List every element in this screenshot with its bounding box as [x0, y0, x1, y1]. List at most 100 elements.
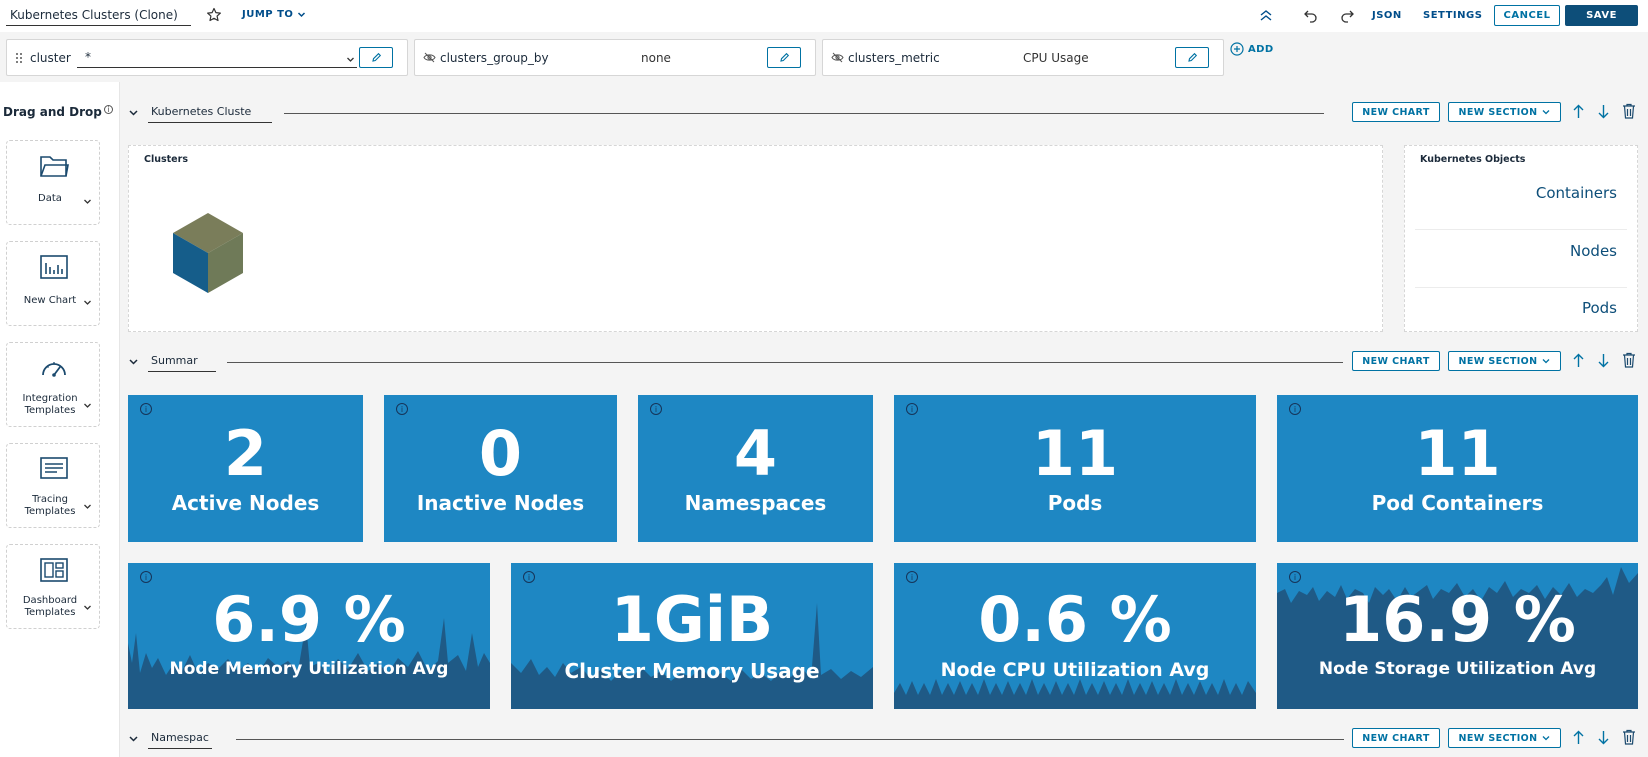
section-name-input[interactable]: Kubernetes Cluste [148, 103, 272, 123]
info-icon[interactable]: i [140, 571, 152, 583]
variable-clusters-metric[interactable]: clusters_metric CPU Usage [822, 39, 1224, 76]
arrow-up-icon[interactable] [1572, 730, 1585, 745]
nodes-link[interactable]: Nodes [1570, 242, 1617, 260]
chevron-down-icon [298, 12, 306, 18]
trash-icon[interactable] [1622, 352, 1636, 368]
star-icon[interactable] [206, 7, 222, 23]
arrow-down-icon[interactable] [1597, 353, 1610, 368]
namespaces-tile[interactable]: i 4 Namespaces [638, 395, 873, 542]
info-icon[interactable]: i [1289, 403, 1301, 415]
chevron-down-icon[interactable] [128, 733, 139, 744]
pencil-icon [371, 52, 381, 62]
arrow-down-icon[interactable] [1597, 104, 1610, 119]
stat-label: Node Memory Utilization Avg [169, 659, 449, 679]
new-section-button[interactable]: NEW SECTION [1448, 351, 1561, 371]
info-icon[interactable]: i [140, 403, 152, 415]
undo-icon[interactable] [1303, 7, 1319, 23]
new-chart-button[interactable]: NEW CHART [1352, 351, 1440, 371]
info-icon[interactable]: i [1289, 571, 1301, 583]
sidebar-title: Drag and Drop i [3, 105, 113, 119]
pods-tile[interactable]: i 11 Pods [894, 395, 1256, 542]
eye-slash-icon[interactable] [423, 52, 436, 63]
add-label: ADD [1248, 43, 1274, 55]
redo-icon[interactable] [1339, 7, 1355, 23]
new-section-button[interactable]: NEW SECTION [1448, 728, 1561, 748]
sidebar-item-data[interactable]: Data [6, 140, 100, 225]
trash-icon[interactable] [1622, 103, 1636, 119]
edit-variable-button[interactable] [767, 47, 801, 68]
pods-link[interactable]: Pods [1582, 299, 1617, 317]
pod-containers-tile[interactable]: i 11 Pod Containers [1277, 395, 1638, 542]
folder-icon [39, 153, 69, 179]
edit-variable-button[interactable] [359, 47, 393, 68]
clusters-panel[interactable]: Clusters [128, 145, 1383, 332]
section-header-namespaces: Namespac NEW CHART NEW SECTION [128, 727, 1640, 751]
new-chart-button[interactable]: NEW CHART [1352, 102, 1440, 122]
active-nodes-tile[interactable]: i 2 Active Nodes [128, 395, 363, 542]
chevron-down-icon [84, 300, 91, 305]
edit-variable-button[interactable] [1175, 47, 1209, 68]
stat-label: Cluster Memory Usage [564, 659, 820, 683]
info-icon[interactable]: i [523, 571, 535, 583]
stat-value: 2 [223, 417, 268, 490]
chevron-down-icon [1543, 110, 1550, 115]
new-section-button[interactable]: NEW SECTION [1448, 102, 1561, 122]
arrow-up-icon[interactable] [1572, 104, 1585, 119]
section-name-input[interactable]: Namespac [148, 729, 212, 749]
dashboard-grid-icon [39, 557, 69, 583]
new-chart-button[interactable]: NEW CHART [1352, 728, 1440, 748]
sidebar-item-tracing-templates[interactable]: Tracing Templates [6, 443, 100, 528]
variable-value: none [641, 51, 671, 65]
stat-label: Pods [1047, 491, 1103, 515]
stat-value: 4 [733, 417, 778, 490]
cancel-button[interactable]: CANCEL [1494, 5, 1560, 26]
section-name-input[interactable]: Summar [148, 352, 216, 372]
cluster-cube-icon[interactable] [171, 211, 245, 295]
node-storage-tile[interactable]: i 16.9 % Node Storage Utilization Avg [1277, 563, 1638, 709]
chevron-down-icon[interactable] [128, 356, 139, 367]
arrow-up-icon[interactable] [1572, 353, 1585, 368]
node-cpu-tile[interactable]: i 0.6 % Node CPU Utilization Avg [894, 563, 1256, 709]
stat-label: Node CPU Utilization Avg [940, 659, 1210, 681]
chevron-down-icon[interactable] [128, 107, 139, 118]
node-memory-tile[interactable]: i 6.9 % Node Memory Utilization Avg [128, 563, 490, 709]
stat-label: Active Nodes [171, 491, 320, 515]
sidebar-title-text: Drag and Drop [3, 105, 102, 119]
cluster-select[interactable]: * [77, 46, 357, 68]
sidebar-item-integration-templates[interactable]: Integration Templates [6, 342, 100, 427]
chevron-down-icon [84, 504, 91, 509]
info-icon[interactable]: i [396, 403, 408, 415]
settings-button[interactable]: SETTINGS [1423, 10, 1482, 21]
trash-icon[interactable] [1622, 729, 1636, 745]
section-divider [284, 113, 1324, 114]
dashboard-title-input[interactable] [6, 4, 191, 26]
collapse-all-icon[interactable] [1258, 7, 1274, 23]
variable-name: clusters_metric [848, 51, 940, 65]
add-variable-button[interactable]: ADD [1230, 42, 1274, 56]
info-icon[interactable]: i [650, 403, 662, 415]
bar-chart-icon [39, 254, 69, 280]
variable-name: cluster [30, 51, 71, 65]
jump-to-menu[interactable]: JUMP TO [242, 9, 306, 20]
chevron-down-icon [1543, 736, 1550, 741]
info-icon[interactable]: i [906, 403, 918, 415]
sidebar-item-new-chart[interactable]: New Chart [6, 241, 100, 326]
eye-slash-icon[interactable] [831, 52, 844, 63]
info-icon[interactable]: i [103, 105, 113, 114]
sidebar-item-dashboard-templates[interactable]: Dashboard Templates [6, 544, 100, 629]
drag-handle-icon[interactable] [15, 52, 23, 64]
inactive-nodes-tile[interactable]: i 0 Inactive Nodes [384, 395, 617, 542]
info-icon[interactable]: i [906, 571, 918, 583]
sidebar-item-label: Data [38, 193, 62, 204]
variable-clusters-group-by[interactable]: clusters_group_by none [414, 39, 816, 76]
save-button[interactable]: SAVE [1565, 5, 1638, 26]
stat-label: Namespaces [684, 491, 827, 515]
containers-link[interactable]: Containers [1536, 184, 1617, 202]
variable-cluster[interactable]: cluster * [6, 39, 408, 76]
cluster-memory-tile[interactable]: i 1GiB Cluster Memory Usage [511, 563, 873, 709]
stat-label: Inactive Nodes [416, 491, 585, 515]
chevron-down-icon [1543, 359, 1550, 364]
stat-value: 0.6 % [978, 583, 1172, 656]
arrow-down-icon[interactable] [1597, 730, 1610, 745]
json-button[interactable]: JSON [1372, 10, 1402, 21]
